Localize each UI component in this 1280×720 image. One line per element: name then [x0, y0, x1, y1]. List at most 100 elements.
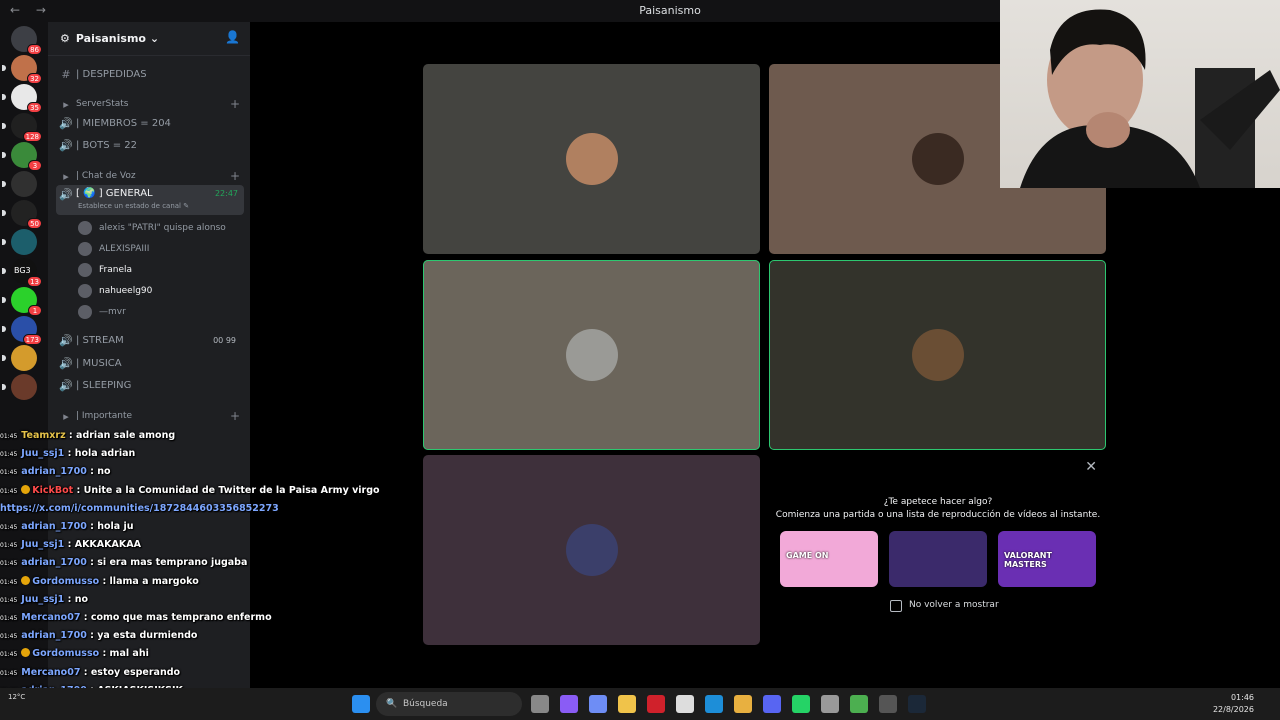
- unread-indicator: [2, 297, 6, 303]
- mention-badge: 13: [27, 276, 42, 287]
- chrome-icon[interactable]: [850, 695, 868, 713]
- chat-username: Juu_ssj1: [21, 539, 65, 551]
- pen-app-icon[interactable]: [560, 695, 578, 713]
- channel-category[interactable]: ▸ ServerStats +: [56, 94, 244, 114]
- server-icon[interactable]: 3: [2, 142, 42, 171]
- speaker-icon: 🔊: [59, 356, 73, 370]
- game-card-2[interactable]: [889, 531, 987, 587]
- mention-badge: 3: [28, 160, 42, 171]
- voice-channel[interactable]: 🔊 | BOTS = 22: [56, 135, 244, 155]
- server-name: Paisanismo: [75, 32, 146, 45]
- voice-channel[interactable]: 🔊 | MIEMBROS = 204: [56, 113, 244, 133]
- chat-username: Mercano07: [21, 612, 81, 623]
- server-icon[interactable]: [2, 229, 37, 255]
- voice-member[interactable]: Franela: [78, 260, 132, 280]
- weather-widget[interactable]: 12°C: [8, 692, 25, 702]
- chat-message: 01:45 Mercano07 : como que mas temprano e…: [0, 612, 272, 630]
- badge-icon: [21, 575, 31, 585]
- server-icon[interactable]: 1: [2, 287, 42, 316]
- member-name: nahueelg90: [99, 286, 153, 296]
- server-icon[interactable]: 35: [2, 84, 42, 113]
- text-channel[interactable]: # | DESPEDIDAS: [56, 64, 244, 84]
- channel-category[interactable]: ▸ | Chat de Voz +: [56, 166, 244, 186]
- server-header[interactable]: ⚙ Paisanismo ⌄ 👤: [48, 22, 250, 56]
- chat-timestamp: 01:45: [0, 451, 18, 459]
- edge-icon[interactable]: [705, 695, 723, 713]
- voice-channel-general[interactable]: 🔊 [ 🌍 ] GENERAL 22:47 Establece un estad…: [56, 185, 244, 215]
- chat-message: 01:45 Juu_ssj1 : AKKAKAKAA: [0, 539, 141, 557]
- chat-username: Juu_ssj1: [21, 593, 65, 605]
- voice-member[interactable]: —mvr: [78, 302, 126, 322]
- store-icon[interactable]: [676, 695, 694, 713]
- invite-icon[interactable]: 👤: [225, 30, 240, 44]
- category-icon: ▸: [63, 97, 69, 111]
- participant-tile-speaking[interactable]: [769, 260, 1106, 450]
- avatar: [911, 133, 964, 185]
- channel-category[interactable]: ▸ | Importante +: [56, 406, 244, 426]
- channel-label: | DESPEDIDAS: [76, 68, 147, 80]
- voice-channel[interactable]: 🔊 | MUSICA: [56, 353, 244, 373]
- participant-tile[interactable]: [423, 64, 760, 254]
- channel-timer: 22:47: [214, 189, 238, 198]
- server-icon[interactable]: [2, 374, 37, 400]
- chat-message: https://x.com/i/communities/187284460335…: [0, 503, 279, 521]
- voice-member[interactable]: nahueelg90: [78, 281, 152, 301]
- close-icon[interactable]: ✕: [1085, 459, 1097, 475]
- chat-message: 01:45 Juu_ssj1 : hola adrian: [0, 448, 135, 466]
- add-channel-icon[interactable]: +: [230, 409, 240, 423]
- chat-text: : AKKAKAKAA: [64, 539, 141, 551]
- server-icon[interactable]: 13 BG3: [2, 258, 42, 287]
- search-icon: 🔍: [386, 699, 403, 709]
- unread-indicator: [2, 239, 6, 245]
- voice-channel[interactable]: 🔊 | SLEEPING: [56, 375, 244, 395]
- game-card-3[interactable]: VALORANT MASTERS: [998, 531, 1096, 587]
- member-name: alexis "PATRI" quispe alonso: [99, 223, 226, 233]
- task-view-icon[interactable]: [531, 695, 549, 713]
- channel-label: | Importante: [76, 411, 133, 421]
- server-icon[interactable]: [2, 345, 37, 371]
- voice-channel[interactable]: 🔊 | STREAM 00 99: [56, 330, 244, 350]
- windows-start-icon[interactable]: [352, 695, 370, 713]
- voice-member[interactable]: alexis "PATRI" quispe alonso: [78, 218, 226, 238]
- copilot-icon[interactable]: [589, 695, 607, 713]
- server-icon[interactable]: 128: [2, 113, 42, 142]
- server-icon[interactable]: [2, 171, 37, 197]
- mention-badge: 128: [22, 131, 42, 142]
- dont-show-label: No volver a mostrar: [909, 600, 999, 610]
- discord-icon[interactable]: [763, 695, 781, 713]
- speaker-icon: 🔊: [59, 116, 73, 130]
- settings-icon[interactable]: [821, 695, 839, 713]
- obs-icon[interactable]: [879, 695, 897, 713]
- channel-label: | BOTS = 22: [76, 139, 138, 151]
- chat-username: adrian_1700: [21, 521, 87, 532]
- participant-tile[interactable]: [423, 455, 760, 645]
- unread-indicator: [2, 94, 6, 100]
- add-channel-icon[interactable]: +: [230, 169, 240, 183]
- channel-status[interactable]: Establece un estado de canal ✎: [78, 202, 189, 210]
- chat-link[interactable]: https://x.com/i/communities/187284460335…: [0, 503, 279, 514]
- chat-timestamp: 01:45: [0, 524, 18, 531]
- add-channel-icon[interactable]: +: [230, 97, 240, 111]
- activity-promo: ✕ ¿Te apetece hacer algo? Comienza una p…: [769, 455, 1107, 645]
- system-clock[interactable]: 01:46 22/8/2026: [1213, 692, 1254, 716]
- chat-message: 01:45 Juu_ssj1 : no: [0, 594, 88, 612]
- folder-icon[interactable]: [734, 695, 752, 713]
- game-card-1[interactable]: GAME ON: [780, 531, 878, 587]
- whatsapp-icon[interactable]: [792, 695, 810, 713]
- voice-member[interactable]: ALEXISPAIII: [78, 239, 149, 259]
- stream-chat-overlay: 01:45 Teamxrz : adrian sale among 01:45 Juu…: [0, 428, 420, 720]
- steam-icon[interactable]: [908, 695, 926, 713]
- chat-timestamp: 01:45: [0, 433, 18, 440]
- server-icon[interactable]: 32: [2, 55, 42, 84]
- server-icon[interactable]: 173: [2, 316, 42, 345]
- file-explorer-icon[interactable]: [618, 695, 636, 713]
- promo-subtitle: Comienza una partida o una lista de repr…: [775, 510, 1101, 520]
- server-icon[interactable]: 86: [11, 26, 42, 55]
- dont-show-checkbox[interactable]: [890, 600, 902, 612]
- server-icon[interactable]: 50: [2, 200, 42, 229]
- search-box[interactable]: 🔍 Búsqueda: [376, 692, 522, 716]
- chevron-down-icon: ⌄: [145, 32, 160, 45]
- opera-gx-icon[interactable]: [647, 695, 665, 713]
- participant-tile-speaking[interactable]: [423, 260, 760, 450]
- chat-message: 01:45 adrian_1700 : si era mas temprano j…: [0, 557, 247, 575]
